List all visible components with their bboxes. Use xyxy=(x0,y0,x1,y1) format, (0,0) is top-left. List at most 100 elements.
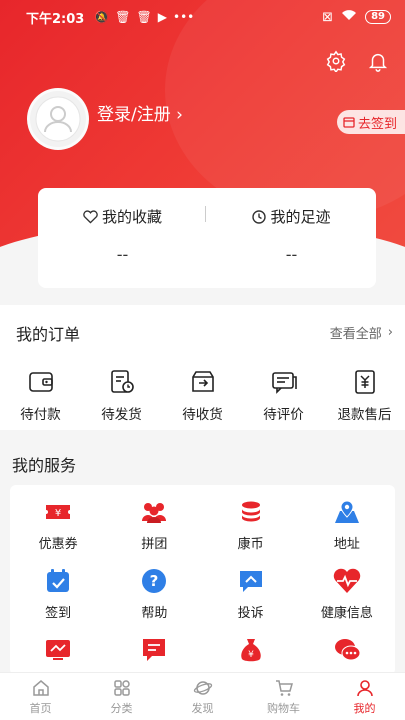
monitor-icon xyxy=(43,635,73,665)
checkin-button[interactable]: 去签到 xyxy=(336,110,405,134)
money-bag-icon: ¥ xyxy=(236,635,266,665)
sim-off-icon: ⊠ xyxy=(322,9,334,25)
order-label: 待付款 xyxy=(20,407,61,423)
tab-label: 我的 xyxy=(353,701,376,715)
orders-section: 我的订单 查看全部 › 待付款 待发货 待收货 待评价 退款售后 xyxy=(0,305,405,430)
service-group-buy[interactable]: 拼团 xyxy=(106,497,202,552)
tab-home[interactable]: 首页 xyxy=(0,673,81,720)
planet-icon xyxy=(193,680,212,695)
home-icon xyxy=(32,679,49,696)
mute-icon: 🔕 xyxy=(94,10,110,24)
service-label: 地址 xyxy=(333,537,360,552)
tab-discover[interactable]: 发现 xyxy=(162,673,243,720)
refund-icon xyxy=(354,370,375,394)
trash-icon-2: 🗑 xyxy=(136,10,152,24)
order-pending-review[interactable]: 待评价 xyxy=(243,367,324,423)
heart-pulse-icon xyxy=(332,566,362,596)
services-section: ¥ 优惠券 拼团 康币 地址 签到 ? 帮助 投诉 健康信息 ¥ xyxy=(10,485,395,675)
service-checkin[interactable]: 签到 xyxy=(10,566,106,621)
chevron-right-icon: › xyxy=(176,105,183,125)
service-item-10[interactable] xyxy=(106,635,202,671)
coupon-icon: ¥ xyxy=(43,497,73,527)
orders-title: 我的订单 xyxy=(16,325,81,344)
order-refund-aftersales[interactable]: 退款售后 xyxy=(324,367,405,423)
service-label: 健康信息 xyxy=(320,606,373,621)
box-icon xyxy=(191,371,214,392)
help-icon: ? xyxy=(139,566,169,596)
service-item-12[interactable] xyxy=(299,635,395,671)
chevron-right-icon: › xyxy=(387,325,393,340)
svg-text:¥: ¥ xyxy=(248,650,254,660)
view-all-label: 查看全部 xyxy=(329,327,382,342)
calendar-icon xyxy=(343,117,355,128)
view-all-orders-link[interactable]: 查看全部 › xyxy=(330,323,393,342)
order-label: 退款售后 xyxy=(337,407,392,423)
card-divider xyxy=(205,206,206,222)
favorites-footprints-card: 我的收藏 -- 我的足迹 -- xyxy=(38,188,376,288)
tab-category[interactable]: 分类 xyxy=(81,673,162,720)
message-icon xyxy=(139,635,169,665)
order-label: 待收货 xyxy=(182,407,223,423)
order-label: 待发货 xyxy=(101,407,142,423)
service-help[interactable]: ? 帮助 xyxy=(106,566,202,621)
notification-bell-icon[interactable] xyxy=(367,50,389,72)
heart-icon xyxy=(83,209,98,224)
trash-icon: 🗑 xyxy=(115,10,131,24)
favorites-label: 我的收藏 xyxy=(101,208,162,226)
tab-cart[interactable]: 购物车 xyxy=(243,673,324,720)
tab-label: 发现 xyxy=(191,701,214,715)
service-complaint[interactable]: 投诉 xyxy=(203,566,299,621)
clock-doc-icon xyxy=(110,370,134,393)
service-coupon[interactable]: ¥ 优惠券 xyxy=(10,497,106,552)
svg-text:¥: ¥ xyxy=(55,508,61,519)
comment-icon xyxy=(271,372,297,394)
footprints-label: 我的足迹 xyxy=(270,208,331,226)
service-item-11[interactable]: ¥ xyxy=(203,635,299,671)
service-address[interactable]: 地址 xyxy=(299,497,395,552)
svg-text:?: ? xyxy=(150,572,159,590)
map-pin-icon xyxy=(332,497,362,527)
order-pending-shipment[interactable]: 待发货 xyxy=(81,367,162,423)
tab-label: 分类 xyxy=(110,701,133,715)
favorites-count: -- xyxy=(116,245,129,264)
status-time: 下午2:03 xyxy=(26,11,85,27)
wifi-icon xyxy=(341,9,357,25)
service-item-9[interactable] xyxy=(10,635,106,671)
favorites-entry[interactable]: 我的收藏 -- xyxy=(38,188,207,288)
service-coins[interactable]: 康币 xyxy=(203,497,299,552)
service-label: 投诉 xyxy=(237,606,264,621)
order-pending-payment[interactable]: 待付款 xyxy=(0,367,81,423)
wallet-icon xyxy=(28,372,53,392)
play-store-icon: ▶ xyxy=(157,10,167,24)
service-label: 签到 xyxy=(45,606,72,621)
category-grid-icon xyxy=(113,679,130,696)
service-label: 康币 xyxy=(237,537,264,552)
service-label: 帮助 xyxy=(141,606,168,621)
tab-label: 购物车 xyxy=(267,701,300,715)
battery-indicator: 89 xyxy=(365,10,391,24)
user-icon xyxy=(356,679,373,696)
group-icon xyxy=(139,497,169,527)
calendar-check-icon xyxy=(43,566,73,596)
order-label: 待评价 xyxy=(263,407,304,423)
tab-label: 首页 xyxy=(29,701,52,715)
services-title: 我的服务 xyxy=(12,456,77,475)
service-label: 优惠券 xyxy=(38,537,78,552)
login-register-link[interactable]: 登录/注册 › xyxy=(97,100,183,125)
bottom-tab-bar: 首页 分类 发现 购物车 我的 xyxy=(0,672,405,720)
footprints-count: -- xyxy=(285,245,298,264)
chat-bubbles-icon xyxy=(332,635,362,665)
settings-gear-icon[interactable] xyxy=(325,50,347,74)
order-pending-receipt[interactable]: 待收货 xyxy=(162,367,243,423)
avatar[interactable] xyxy=(27,88,89,150)
footprints-entry[interactable]: 我的足迹 -- xyxy=(207,188,376,288)
clock-icon xyxy=(252,209,267,224)
tab-mine[interactable]: 我的 xyxy=(324,673,405,720)
login-label: 登录/注册 xyxy=(97,105,171,125)
checkin-label: 去签到 xyxy=(357,116,397,132)
coin-stack-icon xyxy=(236,497,266,527)
complaint-icon xyxy=(236,566,266,596)
status-bar: 下午2:03 🔕 🗑 🗑 ▶ ••• ⊠ 89 xyxy=(0,0,405,34)
service-health-info[interactable]: 健康信息 xyxy=(299,566,395,621)
service-label: 拼团 xyxy=(141,537,168,552)
